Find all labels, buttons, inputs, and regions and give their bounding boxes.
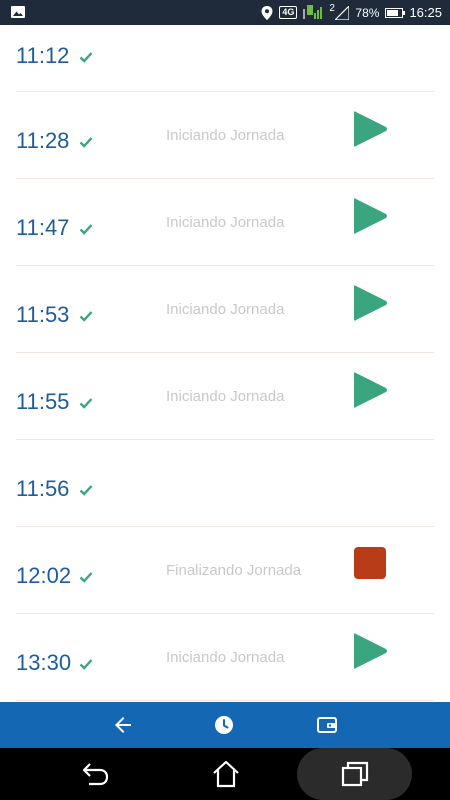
clock: 16:25 (409, 5, 442, 20)
image-icon (11, 6, 25, 18)
check-icon (79, 224, 93, 235)
entry-list[interactable]: 11:12 11:28 Iniciando Jornada 11:47 Iniciand… (0, 25, 450, 702)
system-home-icon[interactable] (211, 760, 241, 788)
check-icon (79, 311, 93, 322)
play-button[interactable] (353, 370, 389, 410)
entry-time: 11:53 (16, 302, 70, 327)
entry-time: 11:28 (16, 128, 70, 153)
sim2-signal: 2 (329, 2, 350, 21)
entry-time: 12:02 (16, 563, 72, 588)
list-item[interactable]: 11:55 Iniciando Jornada (16, 353, 434, 440)
system-recent-apps-icon[interactable] (340, 760, 370, 788)
list-item[interactable]: 11:47 Iniciando Jornada (16, 179, 434, 266)
list-item[interactable]: 11:53 Iniciando Jornada (16, 266, 434, 353)
list-item[interactable]: 11:56 (16, 440, 434, 527)
list-item[interactable]: 12:02 Finalizando Jornada (16, 527, 434, 614)
list-item[interactable]: 11:28 Iniciando Jornada (16, 92, 434, 179)
system-back-icon[interactable] (81, 760, 111, 788)
entry-status: Iniciando Jornada (166, 388, 285, 405)
entry-time: 11:12 (16, 43, 70, 68)
system-nav-bar (0, 748, 450, 800)
entry-status: Iniciando Jornada (166, 301, 285, 318)
battery-fill (387, 9, 399, 16)
entry-status: Finalizando Jornada (166, 562, 302, 579)
entry-status: Iniciando Jornada (166, 649, 285, 666)
check-icon (79, 659, 93, 670)
entry-time: 13:30 (16, 650, 72, 675)
network-type-badge: 4G (279, 6, 298, 19)
check-icon (79, 485, 93, 496)
stop-button[interactable] (354, 547, 386, 579)
play-button[interactable] (353, 283, 389, 323)
battery-percent: 78% (355, 5, 380, 20)
clock-icon[interactable] (212, 713, 236, 737)
check-icon (79, 52, 93, 63)
check-icon (79, 137, 93, 148)
entry-time: 11:56 (16, 476, 70, 501)
back-arrow-icon[interactable] (111, 713, 135, 737)
status-bar: 4G 2 78% 16:25 (0, 0, 450, 25)
entry-time: 11:47 (16, 215, 70, 240)
entry-status: Iniciando Jornada (166, 127, 285, 144)
entry-time: 11:55 (16, 389, 70, 414)
play-button[interactable] (353, 631, 389, 671)
entry-status: Iniciando Jornada (166, 214, 285, 231)
battery-icon (385, 7, 406, 18)
location-icon (261, 5, 273, 20)
play-button[interactable] (353, 109, 389, 149)
sim2-signal-icon (335, 5, 350, 20)
wallet-icon[interactable] (315, 713, 339, 737)
sim-slot-label: 2 (329, 2, 335, 14)
check-icon (79, 572, 93, 583)
app-bottom-nav (0, 702, 450, 748)
check-icon (79, 398, 93, 409)
list-item[interactable]: 11:12 (16, 25, 434, 92)
list-item[interactable]: 13:30 Iniciando Jornada (16, 614, 434, 701)
play-button[interactable] (353, 196, 389, 236)
signal-icon (303, 4, 323, 19)
